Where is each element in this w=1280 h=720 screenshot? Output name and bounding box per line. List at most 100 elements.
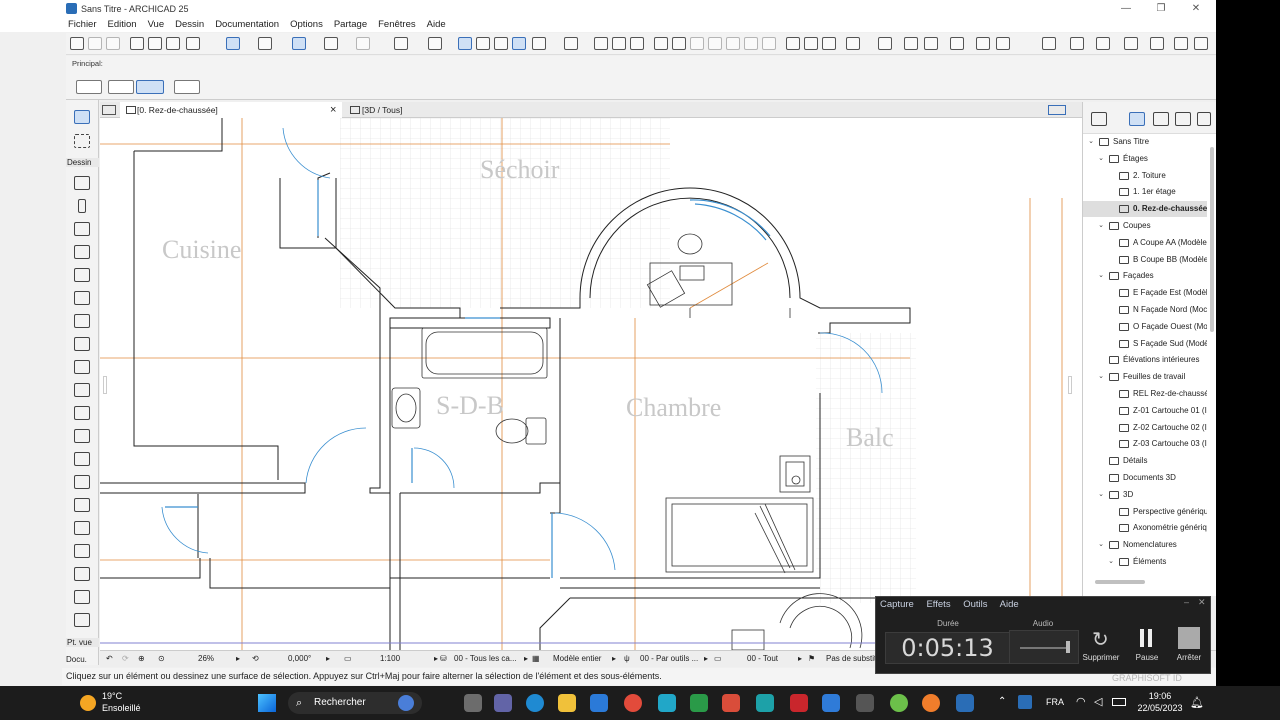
- navigator-scrollbar[interactable]: [1210, 147, 1214, 332]
- capture-close-icon[interactable]: ✕: [1198, 597, 1206, 608]
- wifi-icon[interactable]: ◠: [1076, 695, 1086, 708]
- expand-chevron-icon[interactable]: ⌄: [1097, 487, 1105, 503]
- navigator-item[interactable]: A Coupe AA (Modèle: [1083, 235, 1207, 251]
- snap-points-icon[interactable]: [292, 37, 306, 50]
- navigator-item[interactable]: Z-01 Cartouche 01 (Ir: [1083, 403, 1207, 419]
- task-view-icon[interactable]: [464, 694, 482, 712]
- acrobat-icon[interactable]: [790, 694, 808, 712]
- file-explorer-icon[interactable]: [558, 694, 576, 712]
- send-icon[interactable]: [1096, 37, 1110, 50]
- mesh-tool-icon[interactable]: [74, 498, 90, 512]
- navigator-item[interactable]: Documents 3D: [1083, 470, 1207, 486]
- menu-fenetres[interactable]: Fenêtres: [378, 19, 416, 30]
- rotate-view-icon[interactable]: ⟲: [252, 654, 259, 663]
- fillet-icon[interactable]: [708, 37, 722, 50]
- app-blue-icon[interactable]: [822, 694, 840, 712]
- skylight-tool-icon[interactable]: [74, 429, 90, 443]
- capture-minimize-icon[interactable]: –: [1184, 597, 1189, 607]
- opening-tool-icon[interactable]: [74, 452, 90, 466]
- reserve-icon[interactable]: [1070, 37, 1084, 50]
- navigator-item[interactable]: B Coupe BB (Modèle: [1083, 252, 1207, 268]
- suspend-groups-icon[interactable]: [356, 37, 370, 50]
- intersect-icon[interactable]: [690, 37, 704, 50]
- structure-display[interactable]: 00 - Tout: [747, 654, 778, 663]
- renovation-filter[interactable]: Pas de substit: [826, 654, 876, 663]
- grid-snap-icon[interactable]: [324, 37, 338, 50]
- battery-icon[interactable]: [1112, 698, 1126, 706]
- layer-combo-icon[interactable]: [394, 37, 408, 50]
- zoom-value[interactable]: 26%: [198, 654, 214, 663]
- bimx-icon[interactable]: [1150, 37, 1164, 50]
- navigator-item[interactable]: Z-03 Cartouche 03 (Ir: [1083, 436, 1207, 452]
- view-map-icon[interactable]: [1153, 112, 1169, 126]
- view-3d-icon[interactable]: [532, 37, 546, 50]
- menu-documentation[interactable]: Documentation: [215, 19, 279, 30]
- expand-chevron-icon[interactable]: ⌄: [1087, 134, 1095, 150]
- lamp-tool-icon[interactable]: [74, 567, 90, 581]
- app-3-icon[interactable]: [658, 694, 676, 712]
- angle-arrow-icon[interactable]: ▸: [326, 654, 330, 663]
- menu-vue[interactable]: Vue: [148, 19, 165, 30]
- left-panel-toggle-icon[interactable]: [103, 376, 107, 394]
- tab-rez-de-chaussee[interactable]: [0. Rez-de-chaussée] ×: [120, 102, 342, 118]
- capture-menu-capture[interactable]: Capture: [880, 599, 914, 610]
- cloud-icon[interactable]: [976, 37, 990, 50]
- info-icon[interactable]: [904, 37, 918, 50]
- expand-chevron-icon[interactable]: ⌄: [1107, 554, 1115, 570]
- checkmark-icon[interactable]: [846, 37, 860, 50]
- stair-tool-icon[interactable]: [74, 314, 90, 328]
- app-gray-icon[interactable]: [856, 694, 874, 712]
- layout-icon[interactable]: [630, 37, 644, 50]
- navigator-item[interactable]: ⌄ Feuilles de travail: [1083, 369, 1207, 385]
- camtasia-icon[interactable]: [690, 694, 708, 712]
- menu-dessin[interactable]: Dessin: [175, 19, 204, 30]
- audio-level[interactable]: [1009, 630, 1079, 664]
- share-icon[interactable]: [1194, 37, 1208, 50]
- zoom-in-icon[interactable]: ⊕: [138, 654, 145, 663]
- wall-tool-icon[interactable]: [74, 176, 90, 190]
- help-icon[interactable]: [924, 37, 938, 50]
- structure-arrow-icon[interactable]: ▸: [798, 654, 802, 663]
- navigator-item[interactable]: ⌄ Nomenclatures: [1083, 537, 1207, 553]
- dimension-icon[interactable]: [458, 37, 472, 50]
- navigator-options-icon[interactable]: [1091, 112, 1107, 126]
- window-tool-icon[interactable]: [74, 406, 90, 420]
- model-view-arrow-icon[interactable]: ▸: [612, 654, 616, 663]
- archicad-icon[interactable]: [956, 694, 974, 712]
- stop-button[interactable]: Arrêter: [1164, 653, 1214, 662]
- split-icon[interactable]: [654, 37, 668, 50]
- marquee-icon[interactable]: [148, 37, 162, 50]
- scale-arrow-icon[interactable]: ▸: [434, 654, 438, 663]
- redo-view-icon[interactable]: ⟳: [122, 654, 129, 663]
- zoom-arrow-icon[interactable]: ▸: [236, 654, 240, 663]
- layers-arrow-icon[interactable]: ▸: [524, 654, 528, 663]
- update-icon[interactable]: [822, 37, 836, 50]
- scale-value[interactable]: 1:100: [380, 654, 400, 663]
- undo-icon[interactable]: [88, 37, 102, 50]
- delete-button[interactable]: Supprimer: [1076, 653, 1126, 662]
- guide-lines-icon[interactable]: [226, 37, 240, 50]
- selection-shape-dropdown[interactable]: [108, 80, 134, 94]
- minimize-button[interactable]: —: [1109, 0, 1143, 17]
- arrow-tool-icon[interactable]: [74, 110, 90, 124]
- sync-icon[interactable]: [1174, 37, 1188, 50]
- tab-list-icon[interactable]: [102, 105, 116, 115]
- rotate-selection-button[interactable]: [136, 80, 164, 94]
- pause-icon[interactable]: [1140, 629, 1152, 647]
- selection-method-dropdown[interactable]: [76, 80, 102, 94]
- marquee-tool-icon[interactable]: [74, 134, 90, 148]
- menu-fichier[interactable]: Fichier: [68, 19, 97, 30]
- receive-icon[interactable]: [1124, 37, 1138, 50]
- snap-guides-icon[interactable]: [258, 37, 272, 50]
- grid-tool-icon[interactable]: [74, 613, 90, 627]
- beam-tool-icon[interactable]: [74, 222, 90, 236]
- capture-app-icon[interactable]: [722, 694, 740, 712]
- teamwork-icon[interactable]: [1042, 37, 1056, 50]
- tray-chevron-icon[interactable]: ⌃: [998, 696, 1006, 707]
- curve-icon[interactable]: [744, 37, 758, 50]
- hotlink-icon[interactable]: [804, 37, 818, 50]
- weather-widget[interactable]: 19°C Ensoleillé: [102, 690, 141, 714]
- capture-menu-aide[interactable]: Aide: [1000, 599, 1019, 610]
- model-view-option[interactable]: Modèle entier: [553, 654, 601, 663]
- language-indicator[interactable]: FRA: [1046, 697, 1064, 707]
